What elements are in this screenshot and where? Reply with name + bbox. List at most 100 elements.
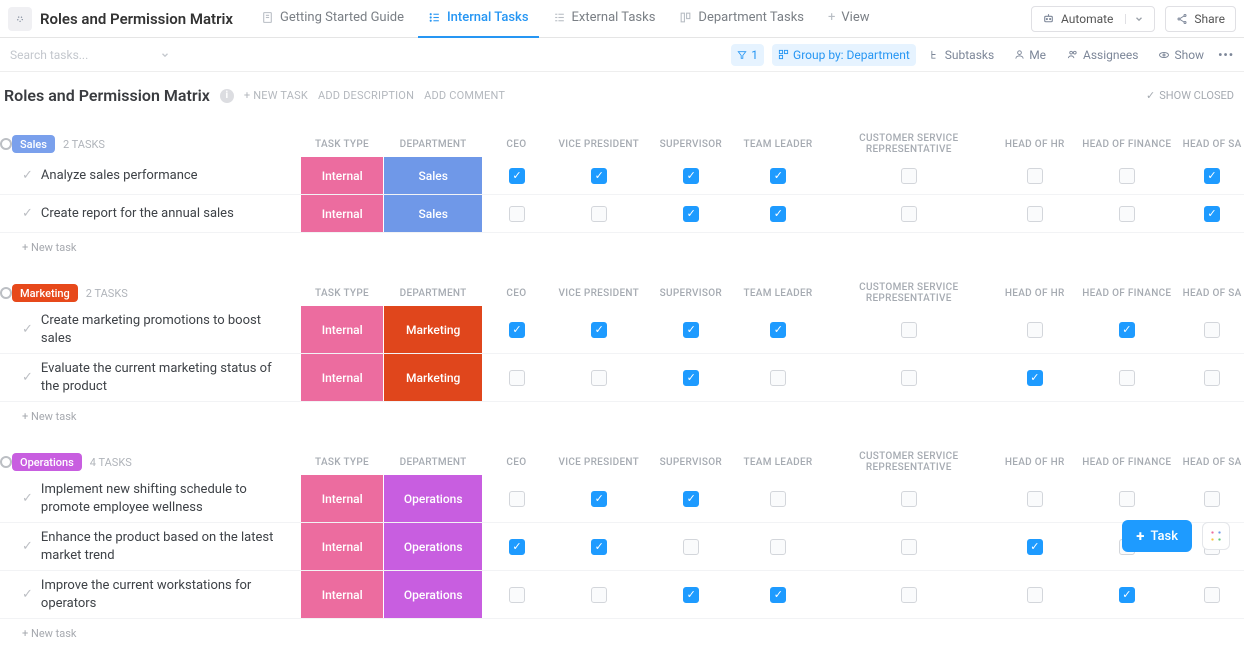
task-row[interactable]: ✓Enhance the product based on the latest… bbox=[0, 523, 1244, 571]
task-row[interactable]: ✓Improve the current workstations for op… bbox=[0, 571, 1244, 619]
department-pill[interactable]: Operations bbox=[384, 571, 482, 618]
new-task-fab[interactable]: + Task bbox=[1122, 520, 1192, 552]
role-checkbox[interactable] bbox=[901, 206, 917, 222]
assignees-button[interactable]: Assignees bbox=[1060, 44, 1144, 66]
group-tag[interactable]: Sales bbox=[12, 135, 55, 153]
status-check-icon[interactable]: ✓ bbox=[22, 205, 33, 223]
task-row[interactable]: ✓Evaluate the current marketing status o… bbox=[0, 354, 1244, 402]
share-button[interactable]: Share bbox=[1165, 6, 1236, 32]
add-task-row[interactable]: + New task bbox=[0, 402, 1244, 431]
role-checkbox[interactable]: ✓ bbox=[683, 491, 699, 507]
role-checkbox[interactable]: ✓ bbox=[1204, 206, 1220, 222]
role-checkbox[interactable]: ✓ bbox=[591, 322, 607, 338]
role-checkbox[interactable] bbox=[901, 168, 917, 184]
info-icon[interactable]: i bbox=[220, 89, 234, 103]
status-check-icon[interactable]: ✓ bbox=[22, 538, 33, 556]
role-checkbox[interactable]: ✓ bbox=[770, 587, 786, 603]
role-checkbox[interactable]: ✓ bbox=[1027, 370, 1043, 386]
collapse-toggle[interactable] bbox=[0, 138, 12, 150]
app-icon[interactable] bbox=[8, 7, 32, 31]
role-checkbox[interactable]: ✓ bbox=[770, 206, 786, 222]
role-checkbox[interactable] bbox=[1119, 206, 1135, 222]
department-pill[interactable]: Sales bbox=[384, 157, 482, 194]
role-checkbox[interactable] bbox=[1204, 370, 1220, 386]
role-checkbox[interactable] bbox=[509, 491, 525, 507]
task-type-pill[interactable]: Internal bbox=[301, 523, 383, 570]
subtasks-button[interactable]: Subtasks bbox=[924, 44, 1000, 66]
more-menu[interactable]: ••• bbox=[1218, 48, 1234, 62]
tab-getting-started[interactable]: Getting Started Guide bbox=[251, 0, 414, 38]
tab-external-tasks[interactable]: External Tasks bbox=[543, 0, 666, 38]
status-check-icon[interactable]: ✓ bbox=[22, 586, 33, 604]
role-checkbox[interactable]: ✓ bbox=[683, 168, 699, 184]
role-checkbox[interactable] bbox=[901, 587, 917, 603]
role-checkbox[interactable] bbox=[1119, 491, 1135, 507]
role-checkbox[interactable] bbox=[770, 370, 786, 386]
role-checkbox[interactable]: ✓ bbox=[683, 206, 699, 222]
task-type-pill[interactable]: Internal bbox=[301, 354, 383, 401]
role-checkbox[interactable]: ✓ bbox=[591, 491, 607, 507]
role-checkbox[interactable] bbox=[591, 587, 607, 603]
status-check-icon[interactable]: ✓ bbox=[22, 369, 33, 387]
task-type-pill[interactable]: Internal bbox=[301, 157, 383, 194]
department-pill[interactable]: Operations bbox=[384, 475, 482, 522]
add-comment-link[interactable]: ADD COMMENT bbox=[424, 89, 505, 102]
role-checkbox[interactable] bbox=[1027, 587, 1043, 603]
role-checkbox[interactable] bbox=[901, 322, 917, 338]
role-checkbox[interactable] bbox=[770, 539, 786, 555]
show-button[interactable]: Show bbox=[1152, 44, 1210, 66]
role-checkbox[interactable] bbox=[1027, 168, 1043, 184]
role-checkbox[interactable] bbox=[1027, 322, 1043, 338]
collapse-toggle[interactable] bbox=[0, 456, 12, 468]
role-checkbox[interactable]: ✓ bbox=[591, 539, 607, 555]
role-checkbox[interactable] bbox=[770, 491, 786, 507]
role-checkbox[interactable] bbox=[509, 206, 525, 222]
add-view[interactable]: + View bbox=[818, 0, 880, 38]
role-checkbox[interactable]: ✓ bbox=[1204, 168, 1220, 184]
role-checkbox[interactable]: ✓ bbox=[591, 168, 607, 184]
role-checkbox[interactable] bbox=[683, 539, 699, 555]
department-pill[interactable]: Operations bbox=[384, 523, 482, 570]
group-tag[interactable]: Marketing bbox=[12, 284, 78, 302]
role-checkbox[interactable] bbox=[1204, 322, 1220, 338]
role-checkbox[interactable]: ✓ bbox=[509, 322, 525, 338]
automate-button[interactable]: Automate bbox=[1031, 6, 1155, 32]
role-checkbox[interactable] bbox=[1204, 587, 1220, 603]
role-checkbox[interactable] bbox=[901, 370, 917, 386]
role-checkbox[interactable]: ✓ bbox=[683, 322, 699, 338]
role-checkbox[interactable]: ✓ bbox=[683, 370, 699, 386]
add-description-link[interactable]: ADD DESCRIPTION bbox=[318, 89, 414, 102]
role-checkbox[interactable] bbox=[1204, 491, 1220, 507]
filter-count[interactable]: 1 bbox=[731, 44, 764, 66]
role-checkbox[interactable]: ✓ bbox=[1119, 322, 1135, 338]
task-type-pill[interactable]: Internal bbox=[301, 195, 383, 232]
task-type-pill[interactable]: Internal bbox=[301, 571, 383, 618]
role-checkbox[interactable] bbox=[591, 370, 607, 386]
status-check-icon[interactable]: ✓ bbox=[22, 167, 33, 185]
show-closed-toggle[interactable]: ✓ SHOW CLOSED bbox=[1146, 89, 1234, 102]
role-checkbox[interactable]: ✓ bbox=[1027, 539, 1043, 555]
task-row[interactable]: ✓Create report for the annual salesInter… bbox=[0, 195, 1244, 233]
role-checkbox[interactable] bbox=[1027, 206, 1043, 222]
new-task-link[interactable]: + NEW TASK bbox=[244, 89, 308, 102]
role-checkbox[interactable] bbox=[1119, 370, 1135, 386]
me-button[interactable]: Me bbox=[1008, 44, 1052, 66]
role-checkbox[interactable] bbox=[1119, 168, 1135, 184]
add-task-row[interactable]: + New task bbox=[0, 233, 1244, 262]
collapse-toggle[interactable] bbox=[0, 287, 12, 299]
department-pill[interactable]: Sales bbox=[384, 195, 482, 232]
search-input[interactable]: Search tasks... bbox=[10, 48, 170, 62]
department-pill[interactable]: Marketing bbox=[384, 354, 482, 401]
role-checkbox[interactable]: ✓ bbox=[770, 322, 786, 338]
role-checkbox[interactable] bbox=[901, 539, 917, 555]
role-checkbox[interactable] bbox=[509, 370, 525, 386]
role-checkbox[interactable] bbox=[591, 206, 607, 222]
role-checkbox[interactable]: ✓ bbox=[509, 539, 525, 555]
task-row[interactable]: ✓Implement new shifting schedule to prom… bbox=[0, 475, 1244, 523]
task-type-pill[interactable]: Internal bbox=[301, 475, 383, 522]
role-checkbox[interactable] bbox=[901, 491, 917, 507]
add-task-row[interactable]: + New task bbox=[0, 619, 1244, 648]
tab-internal-tasks[interactable]: Internal Tasks bbox=[418, 0, 539, 38]
role-checkbox[interactable] bbox=[1027, 491, 1043, 507]
task-row[interactable]: ✓Create marketing promotions to boost sa… bbox=[0, 306, 1244, 354]
